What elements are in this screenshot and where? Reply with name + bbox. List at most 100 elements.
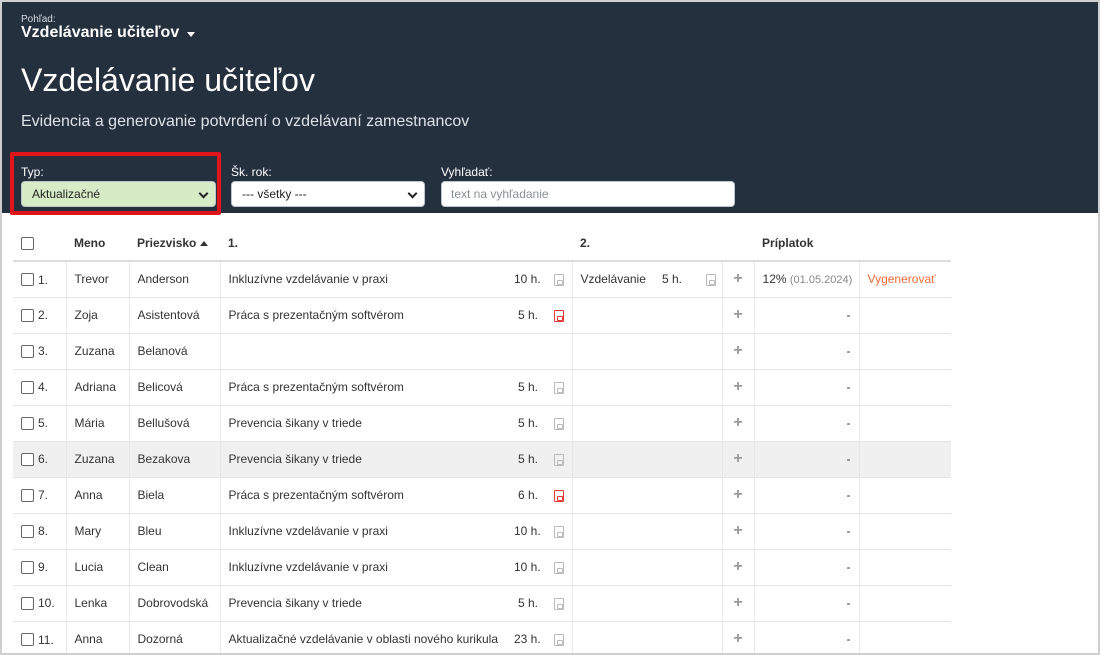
bonus-value: - bbox=[846, 416, 851, 430]
course-2-hours bbox=[654, 620, 698, 653]
course-1-cell: Prevencia šikany v triede bbox=[219, 584, 506, 621]
table-row: 2. Zoja Asistentová Práca s prezentačným so… bbox=[13, 296, 952, 333]
bonus-cell: - bbox=[753, 584, 860, 621]
pdf-icon[interactable] bbox=[554, 274, 564, 287]
course-2-hours bbox=[654, 404, 698, 441]
table-row: 7. Anna Biela Práca s prezentačným softvéro… bbox=[13, 476, 952, 513]
type-select[interactable]: Aktualizačné bbox=[21, 181, 216, 207]
pdf-icon[interactable] bbox=[554, 561, 564, 574]
pdf-icon[interactable] bbox=[554, 597, 564, 610]
course-1-hours: 10 h. bbox=[506, 548, 546, 585]
select-all-checkbox[interactable] bbox=[21, 236, 34, 250]
row-checkbox[interactable] bbox=[21, 560, 34, 574]
chevron-down-icon bbox=[407, 188, 418, 199]
add-course-button[interactable]: + bbox=[721, 260, 755, 297]
search-input[interactable] bbox=[441, 181, 735, 207]
add-course-button[interactable]: + bbox=[721, 584, 755, 621]
course-1-cell: Prevencia šikany v triede bbox=[219, 440, 506, 477]
bonus-cell: - bbox=[753, 332, 860, 369]
course-2-cell bbox=[571, 584, 654, 621]
table-row: 5. Mária Bellušová Prevencia šikany v tried… bbox=[13, 404, 952, 441]
row-checkbox[interactable] bbox=[21, 308, 34, 322]
action-cell bbox=[858, 404, 952, 441]
row-checkbox[interactable] bbox=[21, 344, 34, 358]
school-year-select[interactable]: --- všetky --- bbox=[231, 181, 425, 207]
first-name-cell: Anna bbox=[65, 476, 129, 513]
add-course-button[interactable]: + bbox=[721, 476, 755, 513]
course-1-hours: 5 h. bbox=[506, 296, 546, 333]
row-number: 5. bbox=[38, 416, 49, 431]
course-1-pdf-cell bbox=[546, 548, 572, 585]
row-checkbox[interactable] bbox=[21, 452, 34, 466]
course-2-hours bbox=[654, 512, 698, 549]
pdf-icon[interactable] bbox=[706, 274, 716, 287]
row-select-cell: 2. bbox=[13, 296, 66, 333]
pdf-icon[interactable] bbox=[554, 453, 564, 466]
course-2-pdf-cell bbox=[698, 332, 722, 369]
add-course-button[interactable]: + bbox=[721, 296, 755, 333]
row-checkbox[interactable] bbox=[21, 596, 34, 610]
course-1-pdf-cell bbox=[546, 368, 572, 405]
pdf-icon[interactable] bbox=[554, 309, 564, 322]
add-course-button[interactable]: + bbox=[721, 368, 755, 405]
row-number: 10. bbox=[38, 596, 55, 611]
pdf-icon[interactable] bbox=[554, 381, 564, 394]
generate-link[interactable]: Vygenerovať bbox=[868, 272, 936, 286]
row-select-cell: 11. bbox=[13, 620, 66, 653]
pdf-icon[interactable] bbox=[554, 525, 564, 538]
pdf-icon[interactable] bbox=[554, 634, 564, 647]
bonus-cell: - bbox=[753, 620, 860, 653]
column-education-2: 2. bbox=[572, 225, 755, 262]
row-select-cell: 9. bbox=[13, 548, 66, 585]
course-1-pdf-cell bbox=[546, 620, 572, 653]
pdf-icon[interactable] bbox=[554, 489, 564, 502]
row-number: 4. bbox=[38, 380, 49, 395]
row-checkbox[interactable] bbox=[21, 416, 34, 430]
row-checkbox[interactable] bbox=[21, 488, 34, 502]
row-select-cell: 8. bbox=[13, 512, 66, 549]
first-name-cell: Mary bbox=[65, 512, 129, 549]
add-course-button[interactable]: + bbox=[721, 548, 755, 585]
table-row: 4. Adriana Belicová Práca s prezentačným so… bbox=[13, 368, 952, 405]
pdf-icon[interactable] bbox=[554, 417, 564, 430]
course-1-cell: Práca s prezentačným softvérom bbox=[219, 476, 506, 513]
action-cell bbox=[858, 584, 952, 621]
first-name-cell: Lucia bbox=[65, 548, 129, 585]
column-actions bbox=[859, 225, 952, 262]
last-name-cell: Belanová bbox=[128, 332, 220, 369]
column-last-name[interactable]: Priezvisko bbox=[129, 225, 220, 262]
last-name-cell: Asistentová bbox=[128, 296, 220, 333]
course-2-cell bbox=[571, 620, 654, 653]
action-cell bbox=[858, 512, 952, 549]
add-course-button[interactable]: + bbox=[721, 512, 755, 549]
course-2-pdf-cell bbox=[698, 584, 722, 621]
course-1-pdf-cell bbox=[546, 260, 572, 297]
course-2-cell bbox=[571, 404, 654, 441]
add-course-button[interactable]: + bbox=[721, 620, 755, 653]
row-checkbox[interactable] bbox=[21, 633, 34, 647]
row-checkbox[interactable] bbox=[21, 380, 34, 394]
view-switcher[interactable]: Vzdelávanie učiteľov bbox=[21, 24, 196, 42]
bonus-value: - bbox=[846, 380, 851, 394]
bonus-value: - bbox=[846, 632, 851, 647]
chevron-down-icon bbox=[198, 188, 209, 199]
first-name-cell: Zuzana bbox=[65, 332, 129, 369]
add-course-button[interactable]: + bbox=[721, 440, 755, 477]
course-1-cell: Inkluzívne vzdelávanie v praxi bbox=[219, 512, 506, 549]
course-2-pdf-cell bbox=[698, 368, 722, 405]
course-2-cell bbox=[571, 332, 654, 369]
bonus-cell: - bbox=[753, 296, 860, 333]
row-checkbox[interactable] bbox=[21, 273, 34, 287]
table-row: 8. Mary Bleu Inkluzívne vzdelávanie v praxi… bbox=[13, 512, 952, 549]
last-name-cell: Bleu bbox=[128, 512, 220, 549]
add-course-button[interactable]: + bbox=[721, 332, 755, 369]
bonus-cell: 12% (01.05.2024) bbox=[753, 260, 860, 297]
table-row: 6. Zuzana Bezakova Prevencia šikany v tried… bbox=[13, 440, 952, 477]
table-row: 11. Anna Dozorná Aktualizačné vzdelávanie v… bbox=[13, 620, 952, 653]
row-select-cell: 10. bbox=[13, 584, 66, 621]
add-course-button[interactable]: + bbox=[721, 404, 755, 441]
row-number: 9. bbox=[38, 560, 49, 575]
course-2-hours bbox=[654, 476, 698, 513]
row-checkbox[interactable] bbox=[21, 524, 34, 538]
column-first-name[interactable]: Meno bbox=[66, 225, 129, 262]
